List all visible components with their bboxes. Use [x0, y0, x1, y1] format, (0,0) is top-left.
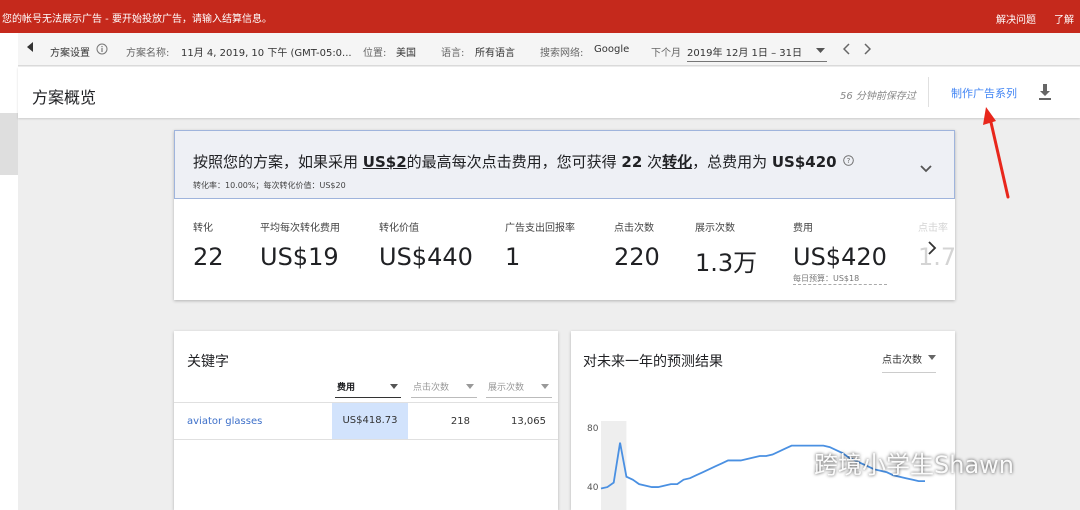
forecast-summary-card: 按照您的方案，如果采用 US$2的最高每次点击费用，您可获得 22 次转化，总费… [174, 130, 955, 300]
period-label: 下个月 [651, 48, 681, 59]
metric-roas: 广告支出回报率 1 [505, 223, 575, 271]
metric-impressions: 展示次数 1.3万 [695, 223, 758, 277]
plan-settings-label[interactable]: 方案设置 [50, 44, 90, 59]
sort-arrow-icon [541, 384, 549, 389]
metric-conversions: 转化 22 [193, 223, 224, 271]
learn-more-link[interactable]: 了解 [1054, 11, 1074, 26]
billing-alert-message: 您的帐号无法展示广告 - 要开始投放广告，请输入结算信息。 [2, 14, 272, 25]
keyword-link[interactable]: aviator glasses [187, 416, 262, 427]
language-value[interactable]: 所有语言 [475, 44, 515, 59]
dropdown-arrow-icon [928, 355, 936, 360]
keyword-impressions: 13,065 [511, 416, 546, 427]
sort-arrow-icon [390, 384, 398, 389]
next-metrics-arrow-icon[interactable] [926, 240, 938, 256]
metric-cost: 费用 US$420 每日预算：US$18 [793, 223, 887, 285]
chart-metric-select[interactable]: 点击次数 [882, 351, 936, 373]
help-icon[interactable]: ? [842, 152, 854, 170]
language-label: 语言: [441, 48, 465, 59]
create-campaign-button[interactable]: 制作广告系列 [951, 85, 1017, 101]
previous-period-chevron-icon[interactable] [842, 43, 851, 58]
chart-history-band [601, 421, 627, 510]
wechat-logo-icon [782, 453, 810, 475]
metric-clicks: 点击次数 220 [614, 223, 660, 271]
sort-arrow-icon [466, 384, 474, 389]
location-value[interactable]: 美国 [396, 44, 416, 59]
date-range-select[interactable]: 2019年 12月 1日 – 31日 [687, 44, 827, 62]
billing-alert-bar: 您的帐号无法展示广告 - 要开始投放广告，请输入结算信息。 解决问题 了解 [0, 0, 1080, 33]
wechat-watermark: 跨境小学生Shawn [782, 445, 1014, 480]
info-icon[interactable] [96, 43, 108, 58]
metric-cost-per-conversion: 平均每次转化费用 US$19 [260, 223, 340, 271]
forecast-title: 对未来一年的预测结果 [583, 354, 723, 370]
conversion-link[interactable]: 转化 [662, 153, 692, 171]
keyword-clicks: 218 [450, 416, 470, 427]
column-header-clicks[interactable]: 点击次数 [411, 380, 477, 398]
plan-overview-header: 方案概览 56 分钟前保存过 制作广告系列 [18, 67, 1080, 118]
plan-settings-bar: 方案设置 方案名称: 11月 4, 2019, 10 下午 (GMT-05:0.… [18, 33, 1080, 66]
location-label: 位置: [363, 48, 387, 59]
conversions-value: 22 [621, 153, 643, 171]
keywords-card: 关键字 费用 点击次数 展示次数 aviator glasses US$418.… [174, 331, 558, 510]
keywords-title: 关键字 [187, 354, 229, 370]
left-rail-selected-marker [0, 113, 18, 175]
next-period-chevron-icon[interactable] [863, 43, 872, 58]
left-navigation-rail [0, 33, 18, 510]
header-divider [928, 77, 929, 107]
column-header-impressions[interactable]: 展示次数 [486, 380, 552, 398]
page-title: 方案概览 [32, 88, 97, 107]
summary-subline: 转化率：10.00%；每次转化价值：US$20 [193, 181, 346, 190]
max-cpc-value[interactable]: US$2 [363, 153, 407, 171]
daily-budget-text[interactable]: 每日预算：US$18 [793, 273, 887, 285]
table-row[interactable]: aviator glasses US$418.73 218 13,065 [174, 402, 558, 440]
y-tick-label-1: 40 [587, 483, 599, 493]
download-icon[interactable] [1037, 83, 1053, 101]
total-cost-value: US$420 [771, 153, 837, 171]
expand-chevron-icon[interactable] [919, 159, 933, 173]
collapse-arrow-icon[interactable] [27, 42, 35, 55]
forecast-chart-card: 对未来一年的预测结果 点击次数 80 40 [571, 331, 955, 510]
keyword-cost: US$418.73 [332, 403, 408, 439]
search-network-label: 搜索网络: [540, 48, 584, 59]
saved-status-text: 56 分钟前保存过 [840, 91, 916, 102]
summary-header[interactable]: 按照您的方案，如果采用 US$2的最高每次点击费用，您可获得 22 次转化，总费… [174, 130, 955, 199]
y-tick-label-0: 80 [587, 424, 599, 434]
fix-issue-link[interactable]: 解决问题 [996, 11, 1036, 26]
plan-name-label: 方案名称: [126, 48, 170, 59]
plan-name-value[interactable]: 11月 4, 2019, 10 下午 (GMT-05:0... [181, 44, 352, 59]
date-dropdown-arrow-icon[interactable] [816, 46, 825, 57]
column-header-cost[interactable]: 费用 [335, 380, 401, 398]
summary-headline: 按照您的方案，如果采用 US$2的最高每次点击费用，您可获得 22 次转化，总费… [193, 151, 854, 172]
svg-text:?: ? [846, 157, 850, 165]
search-network-value[interactable]: Google [594, 44, 629, 55]
metric-conversion-value: 转化价值 US$440 [379, 223, 473, 271]
